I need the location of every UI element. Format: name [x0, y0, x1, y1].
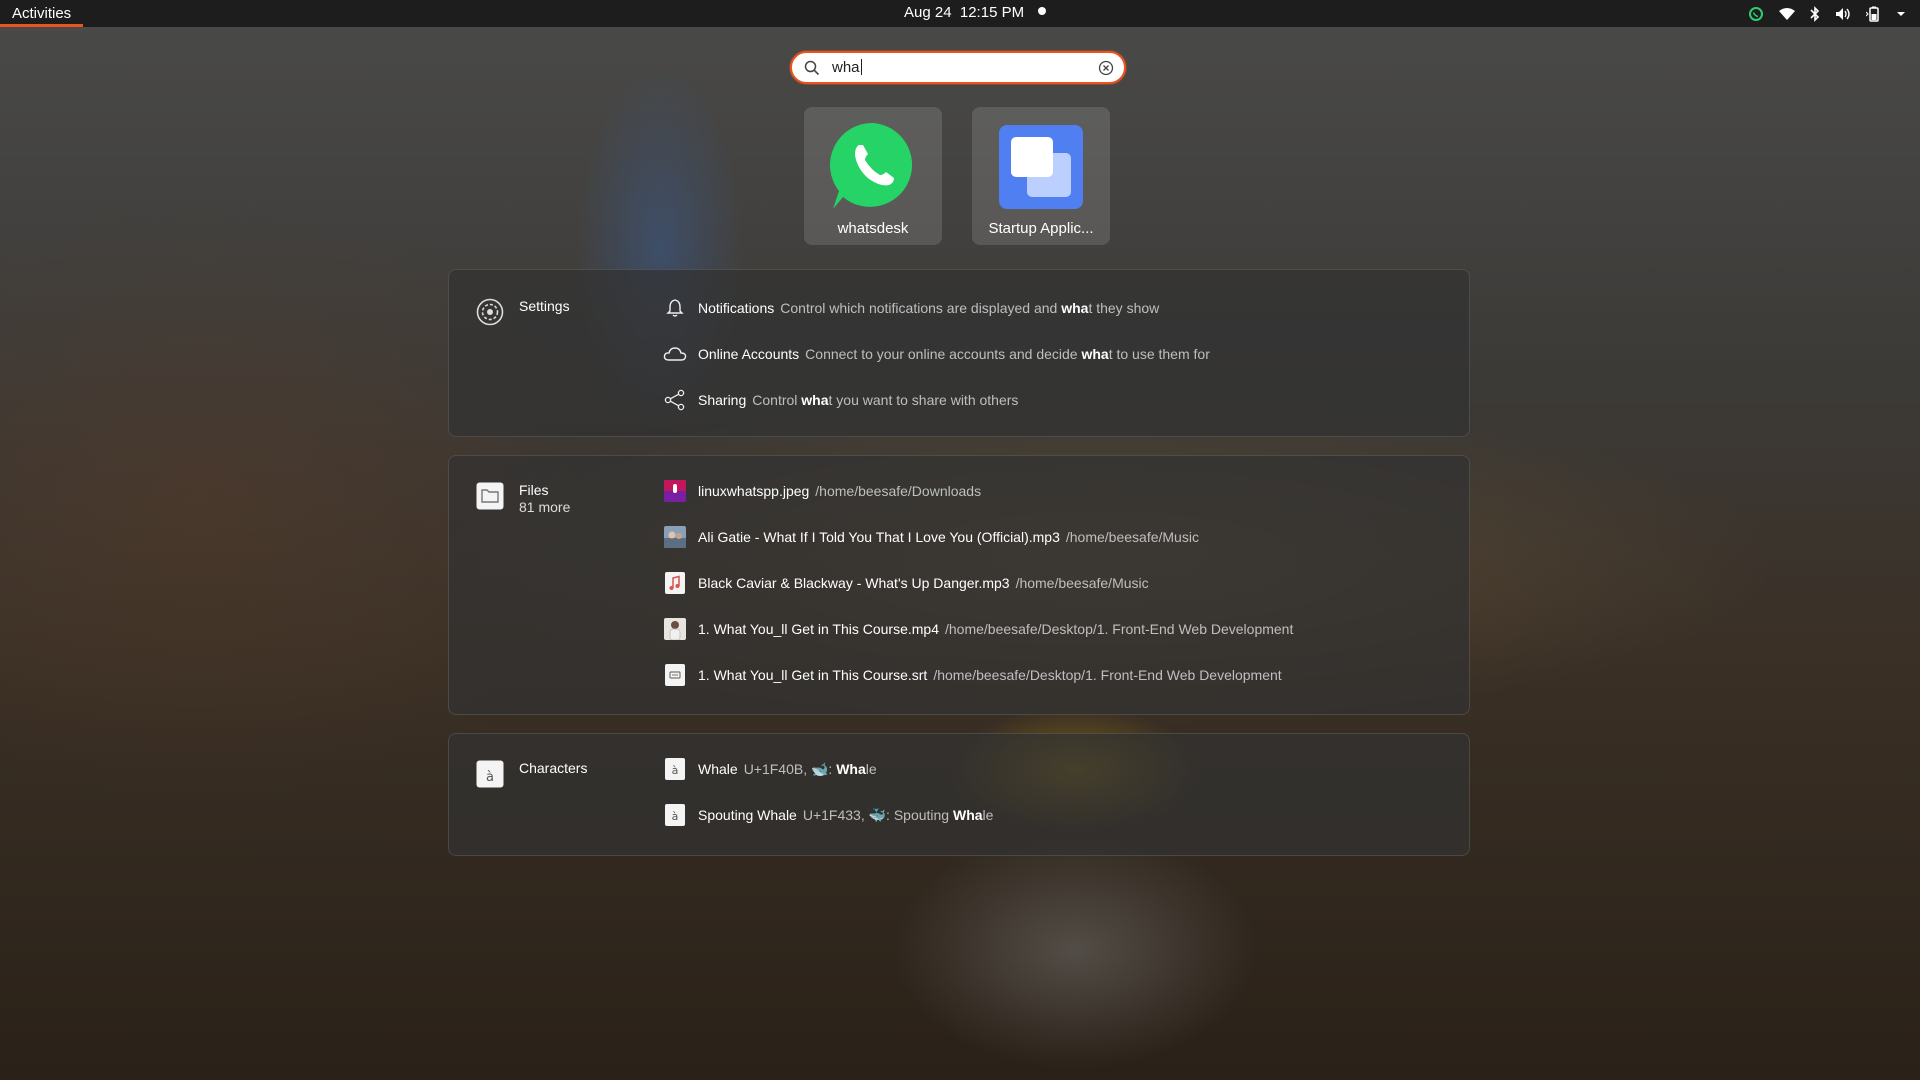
file-result-row[interactable]: Black Caviar & Blackway - What's Up Dang…	[663, 570, 1149, 596]
system-tray[interactable]	[1748, 0, 1906, 27]
result-title: Sharing	[698, 392, 747, 408]
characters-app-icon: à	[476, 760, 504, 788]
character-result-spouting-whale[interactable]: à Spouting Whale U+1F433, 🐳: Spouting Wh…	[663, 802, 993, 828]
file-result-row[interactable]: 1. What You_ll Get in This Course.mp4 /h…	[663, 616, 1293, 642]
result-title: linuxwhatspp.jpeg	[698, 483, 810, 499]
result-description: Control which notifications are displaye…	[780, 300, 1160, 316]
result-path: /home/beesafe/Desktop/1. Front-End Web D…	[933, 667, 1282, 683]
clock[interactable]: Aug 24 12:15 PM	[904, 0, 1047, 27]
result-title: Notifications	[698, 300, 775, 316]
clear-search-icon[interactable]	[1098, 60, 1114, 81]
cloud-icon	[663, 342, 687, 366]
file-result-row[interactable]: 1. What You_ll Get in This Course.srt /h…	[663, 662, 1282, 688]
svg-text:à: à	[486, 770, 494, 785]
settings-gear-icon	[476, 298, 504, 326]
share-icon	[663, 388, 687, 412]
whatsapp-icon	[825, 117, 921, 218]
volume-icon[interactable]	[1834, 6, 1852, 22]
wifi-icon[interactable]	[1778, 7, 1796, 21]
result-title: Whale	[698, 761, 738, 777]
result-path: /home/beesafe/Downloads	[815, 483, 982, 499]
result-title: Online Accounts	[698, 346, 800, 362]
file-result-row[interactable]: linuxwhatspp.jpeg /home/beesafe/Download…	[663, 478, 981, 504]
notification-dot-icon	[1038, 7, 1047, 15]
video-thumbnail-icon	[663, 617, 687, 641]
more-results-count: 81 more	[519, 499, 571, 515]
provider-name: Characters	[519, 760, 588, 776]
settings-result-sharing[interactable]: Sharing Control what you want to share w…	[663, 387, 1018, 413]
bell-icon	[663, 296, 687, 320]
character-icon: à	[663, 803, 687, 827]
provider-name: Files	[519, 482, 549, 498]
result-path: /home/beesafe/Desktop/1. Front-End Web D…	[944, 621, 1294, 637]
settings-result-online-accounts[interactable]: Online Accounts Connect to your online a…	[663, 341, 1210, 367]
result-title: 1. What You_ll Get in This Course.mp4	[698, 621, 939, 637]
system-menu-chevron-down-icon[interactable]	[1896, 10, 1906, 18]
result-description: Control what you want to share with othe…	[752, 392, 1019, 408]
startup-applications-icon	[993, 117, 1089, 218]
app-label: whatsdesk	[837, 220, 909, 237]
result-description: Connect to your online accounts and deci…	[805, 346, 1210, 362]
characters-results-panel: à Characters à Whale U+1F40B, 🐋: Whale à…	[448, 733, 1470, 856]
app-result-startup-applications[interactable]: Startup Applic...	[972, 107, 1110, 245]
top-bar: Activities Aug 24 12:15 PM	[0, 0, 1920, 27]
search-icon	[804, 60, 820, 81]
result-title: 1. What You_ll Get in This Course.srt	[698, 667, 928, 683]
svg-text:à: à	[672, 810, 679, 823]
result-path: /home/beesafe/Music	[1065, 529, 1199, 545]
image-thumbnail-icon	[663, 479, 687, 503]
datetime-label: Aug 24 12:15 PM	[904, 4, 1025, 21]
result-path: /home/beesafe/Music	[1015, 575, 1149, 591]
folder-icon	[476, 482, 504, 510]
result-title: Spouting Whale	[698, 807, 797, 823]
bluetooth-icon[interactable]	[1810, 5, 1820, 22]
search-query-text[interactable]: wha	[832, 59, 862, 77]
result-title: Ali Gatie - What If I Told You That I Lo…	[698, 529, 1060, 545]
result-description: U+1F40B, 🐋: Whale	[743, 760, 877, 777]
audio-thumbnail-icon	[663, 525, 687, 549]
character-icon: à	[663, 757, 687, 781]
svg-text:à: à	[672, 764, 679, 777]
file-result-row[interactable]: Ali Gatie - What If I Told You That I Lo…	[663, 524, 1199, 550]
character-result-whale[interactable]: à Whale U+1F40B, 🐋: Whale	[663, 756, 877, 782]
settings-result-notifications[interactable]: Notifications Control which notification…	[663, 295, 1159, 321]
files-results-panel: Files 81 more linuxwhatspp.jpeg /home/be…	[448, 455, 1470, 715]
whatsapp-tray-icon[interactable]	[1748, 6, 1764, 22]
battery-icon[interactable]	[1866, 6, 1882, 22]
result-title: Black Caviar & Blackway - What's Up Dang…	[698, 575, 1010, 591]
search-input[interactable]: wha	[790, 51, 1126, 84]
result-description: U+1F433, 🐳: Spouting Whale	[802, 806, 994, 823]
app-result-whatsdesk[interactable]: whatsdesk	[804, 107, 942, 245]
audio-file-icon	[663, 571, 687, 595]
activities-button[interactable]: Activities	[0, 0, 84, 27]
app-label: Startup Applic...	[988, 220, 1094, 237]
provider-name: Settings	[519, 298, 570, 314]
subtitle-file-icon	[663, 663, 687, 687]
settings-results-panel: Settings Notifications Control which not…	[448, 269, 1470, 437]
